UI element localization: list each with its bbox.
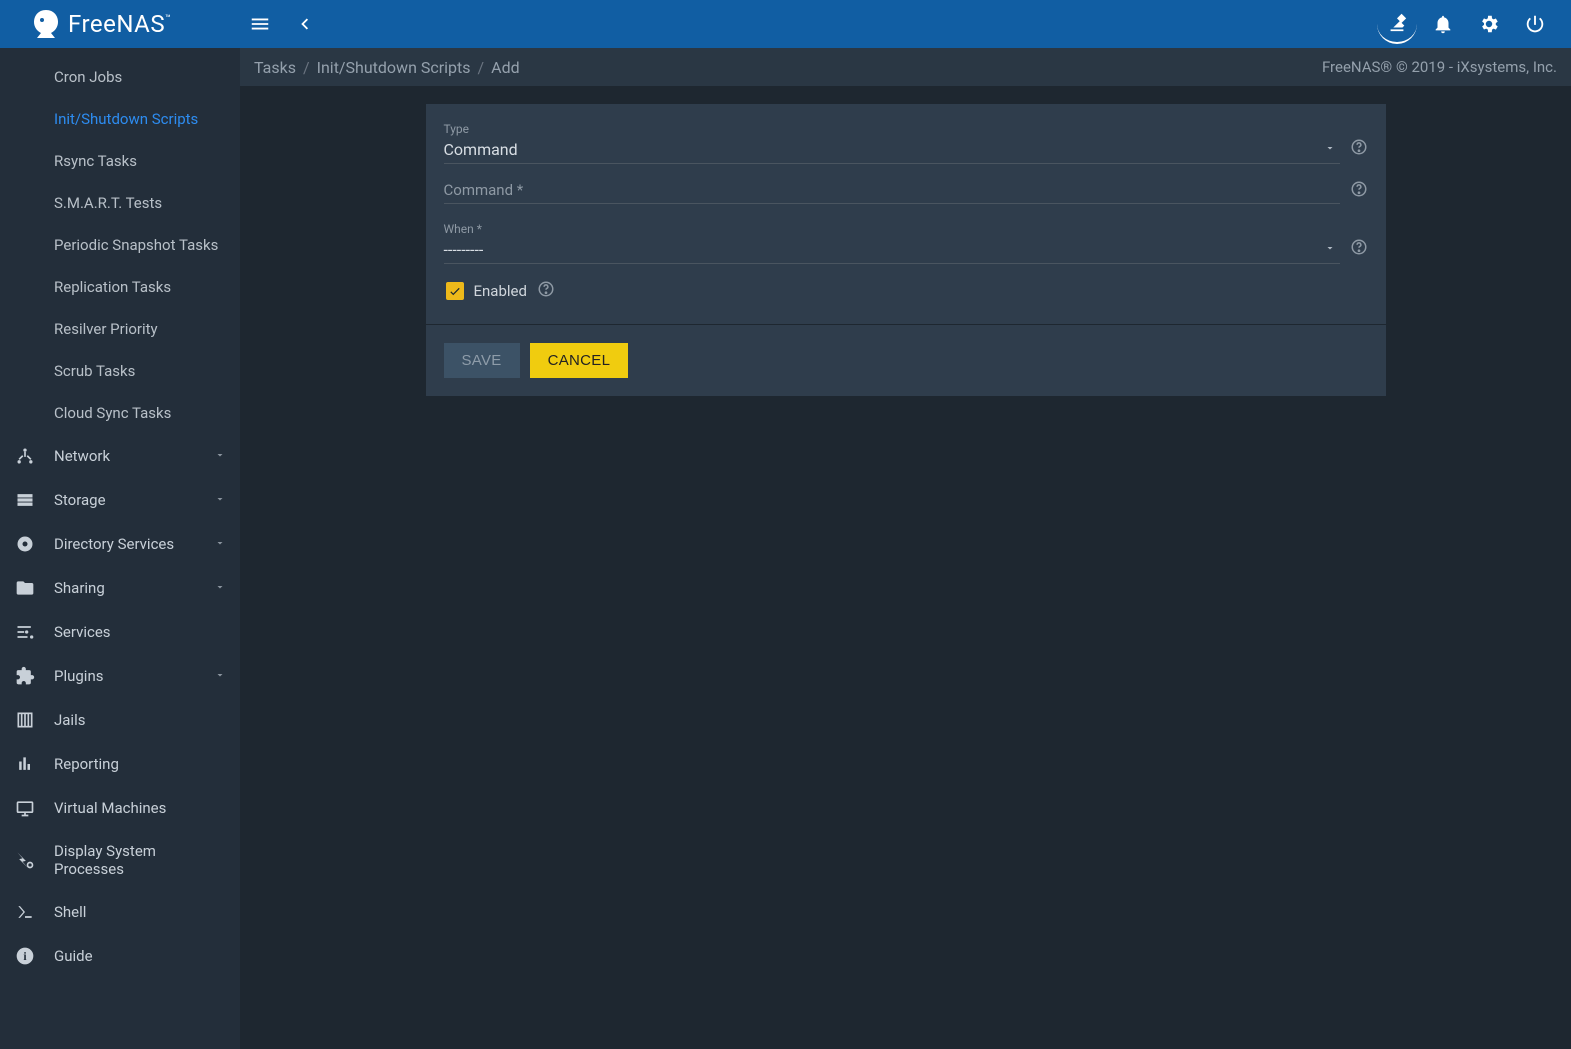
plugins-icon	[14, 666, 36, 686]
enabled-label: Enabled	[474, 282, 527, 300]
sidebar-item[interactable]: Sharing	[0, 566, 240, 610]
sidebar-sub-item[interactable]: Resilver Priority	[0, 308, 240, 350]
chevron-down-icon	[214, 447, 226, 465]
menu-icon	[249, 13, 271, 35]
sidebar-item-label: Shell	[54, 903, 226, 921]
directory-icon	[14, 534, 36, 554]
power-button[interactable]	[1515, 4, 1555, 44]
shell-icon	[14, 902, 36, 922]
storage-icon	[14, 490, 36, 510]
sidebar-item[interactable]: Services	[0, 610, 240, 654]
sidebar-item[interactable]: Network	[0, 434, 240, 478]
sidebar-item-label: Guide	[54, 947, 226, 965]
enabled-help-icon[interactable]	[537, 280, 555, 302]
breadcrumb-sep: /	[478, 58, 485, 77]
type-value: Command	[444, 138, 1340, 164]
theme-button[interactable]	[1377, 4, 1417, 44]
sidebar-item-label: Sharing	[54, 579, 196, 597]
bell-icon	[1432, 13, 1454, 35]
sidebar-item[interactable]: Virtual Machines	[0, 786, 240, 830]
breadcrumb-initshutdown[interactable]: Init/Shutdown Scripts	[317, 58, 471, 77]
copyright-text: FreeNAS® © 2019 - iXsystems, Inc.	[1322, 58, 1557, 76]
cancel-button[interactable]: CANCEL	[530, 343, 629, 378]
when-label: When *	[444, 222, 1340, 236]
sidebar-sub-item[interactable]: S.M.A.R.T. Tests	[0, 182, 240, 224]
breadcrumb-tasks[interactable]: Tasks	[254, 58, 296, 77]
sharing-icon	[14, 578, 36, 598]
sidebar-item-label: Jails	[54, 711, 226, 729]
sidebar-sub-item[interactable]: Cron Jobs	[0, 56, 240, 98]
sidebar-item[interactable]: Storage	[0, 478, 240, 522]
network-icon	[14, 446, 36, 466]
services-icon	[14, 622, 36, 642]
sidebar-item[interactable]: Plugins	[0, 654, 240, 698]
freenas-logo-icon	[28, 6, 64, 42]
when-help-icon[interactable]	[1350, 238, 1368, 260]
type-help-icon[interactable]	[1350, 138, 1368, 160]
when-field[interactable]: When * ---------	[444, 222, 1368, 264]
command-field[interactable]: Command *	[444, 180, 1368, 206]
sidebar-item[interactable]: Shell	[0, 890, 240, 934]
theme-icon	[1386, 11, 1408, 33]
jails-icon	[14, 710, 36, 730]
sidebar-sub-item[interactable]: Periodic Snapshot Tasks	[0, 224, 240, 266]
power-icon	[1524, 13, 1546, 35]
sidebar-item-label: Storage	[54, 491, 196, 509]
breadcrumb-sep: /	[303, 58, 310, 77]
when-value: ---------	[444, 238, 1340, 264]
chevron-down-icon	[214, 535, 226, 553]
command-label: Command *	[444, 181, 1340, 204]
command-help-icon[interactable]	[1350, 180, 1368, 202]
sidebar-item[interactable]: Directory Services	[0, 522, 240, 566]
main-area: Tasks / Init/Shutdown Scripts / Add Free…	[240, 48, 1571, 1049]
sidebar-item-label: Virtual Machines	[54, 799, 226, 817]
reporting-icon	[14, 754, 36, 774]
topbar: FreeNAS™	[0, 0, 1571, 48]
sidebar-item-label: Plugins	[54, 667, 196, 685]
sidebar-item-label: Network	[54, 447, 196, 465]
processes-icon	[14, 850, 36, 870]
sidebar-sub-item[interactable]: Rsync Tasks	[0, 140, 240, 182]
menu-toggle-button[interactable]	[240, 4, 280, 44]
sidebar-item-label: Display System Processes	[54, 842, 226, 878]
enabled-checkbox[interactable]	[446, 282, 464, 300]
settings-button[interactable]	[1469, 4, 1509, 44]
chevron-down-icon	[214, 491, 226, 509]
sidebar-sub-item[interactable]: Scrub Tasks	[0, 350, 240, 392]
vm-icon	[14, 798, 36, 818]
notifications-button[interactable]	[1423, 4, 1463, 44]
form-card: Type Command Command *	[426, 104, 1386, 396]
sidebar-item-label: Reporting	[54, 755, 226, 773]
save-button[interactable]: SAVE	[444, 343, 520, 378]
breadcrumb-bar: Tasks / Init/Shutdown Scripts / Add Free…	[240, 48, 1571, 86]
chevron-down-icon	[214, 579, 226, 597]
breadcrumb-add: Add	[491, 58, 519, 77]
sidebar-item-label: Services	[54, 623, 226, 641]
gear-icon	[1478, 13, 1500, 35]
type-label: Type	[444, 122, 1340, 136]
sidebar-item[interactable]: Reporting	[0, 742, 240, 786]
chevron-down-icon	[214, 667, 226, 685]
chevron-left-icon	[293, 13, 315, 35]
logo-text: FreeNAS™	[68, 10, 171, 38]
sidebar-item[interactable]: Display System Processes	[0, 830, 240, 890]
sidebar-sub-item[interactable]: Init/Shutdown Scripts	[0, 98, 240, 140]
sidebar-sub-item[interactable]: Replication Tasks	[0, 266, 240, 308]
sidebar-item[interactable]: i Guide	[0, 934, 240, 978]
guide-icon: i	[14, 946, 36, 966]
logo-area: FreeNAS™	[8, 6, 240, 42]
sidebar-sub-item[interactable]: Cloud Sync Tasks	[0, 392, 240, 434]
sidebar-item[interactable]: Jails	[0, 698, 240, 742]
sidebar-item-label: Directory Services	[54, 535, 196, 553]
type-field[interactable]: Type Command	[444, 122, 1368, 164]
sidebar: Cron JobsInit/Shutdown ScriptsRsync Task…	[0, 48, 240, 1049]
back-button[interactable]	[284, 4, 324, 44]
check-icon	[448, 284, 462, 298]
